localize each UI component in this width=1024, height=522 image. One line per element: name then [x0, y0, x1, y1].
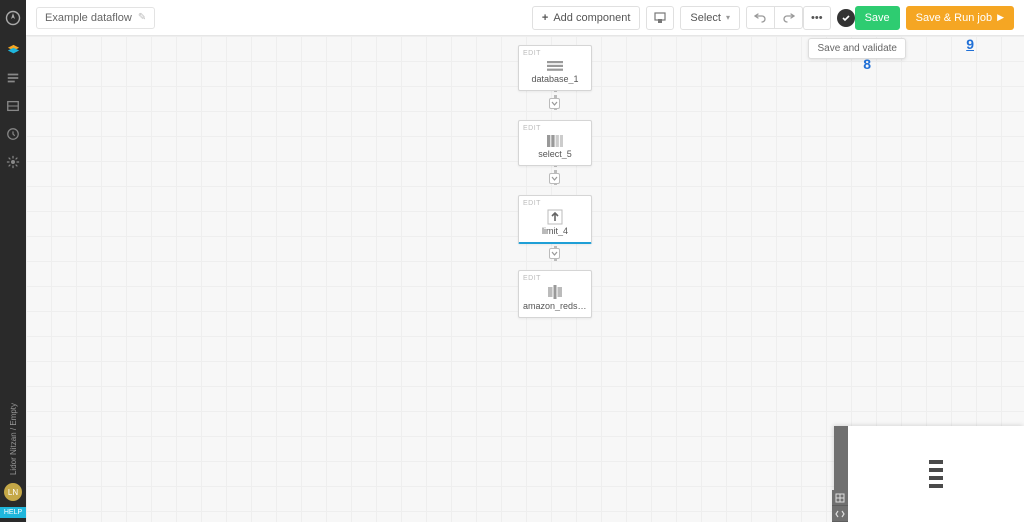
node-edit-tag[interactable]: EDIT: [523, 50, 587, 57]
help-button[interactable]: HELP: [0, 507, 26, 518]
chevron-down-icon: ▾: [726, 13, 730, 22]
select-dropdown[interactable]: Select ▾: [680, 6, 740, 30]
node-label: database_1: [523, 74, 587, 84]
node-database_1[interactable]: EDIT database_1: [518, 45, 592, 91]
limit-icon: [523, 209, 587, 225]
node-label: amazon_redshift ..: [523, 301, 587, 311]
node-edit-tag[interactable]: EDIT: [523, 125, 587, 132]
undo-button[interactable]: [746, 6, 774, 29]
nav-history-icon[interactable]: [3, 124, 23, 144]
plus-icon: +: [542, 12, 548, 24]
left-rail: Lidor Nitzan / Empty LN HELP: [0, 0, 26, 522]
layout-icon-button[interactable]: [646, 6, 674, 30]
edge-port[interactable]: [549, 248, 560, 259]
save-validate-tooltip: Save and validate: [808, 38, 906, 59]
check-icon: [841, 13, 851, 23]
annotation-8: 8: [863, 56, 871, 72]
panel-menu-icon[interactable]: [929, 460, 943, 488]
add-component-label: Add component: [553, 12, 630, 24]
nav-list-icon[interactable]: [3, 68, 23, 88]
app-logo-icon: [3, 8, 23, 28]
top-bar: Example dataflow ✎ + Add component Selec…: [26, 0, 1024, 36]
panel-side-controls: [832, 490, 848, 522]
redo-icon: [782, 12, 795, 23]
nav-grid-icon[interactable]: [3, 96, 23, 116]
status-indicator[interactable]: [837, 9, 855, 27]
annotation-9: 9: [966, 36, 974, 52]
add-component-button[interactable]: + Add component: [532, 6, 641, 30]
edge-port[interactable]: [549, 98, 560, 109]
node-amazon_redshift[interactable]: EDIT amazon_redshift ..: [518, 270, 592, 318]
database-icon: [523, 59, 587, 73]
redo-button[interactable]: [774, 6, 803, 29]
node-label: limit_4: [523, 226, 587, 236]
save-run-label: Save & Run job: [916, 12, 992, 24]
undo-icon: [754, 12, 767, 23]
user-name-label: Lidor Nitzan / Empty: [9, 403, 18, 475]
pencil-icon: ✎: [138, 12, 146, 23]
node-edit-tag[interactable]: EDIT: [523, 200, 587, 207]
layout-icon: [654, 12, 666, 24]
dataflow-title-input[interactable]: Example dataflow ✎: [36, 7, 155, 29]
undo-redo-group: [746, 6, 803, 29]
select-icon: [523, 134, 587, 148]
node-limit_4[interactable]: EDIT limit_4: [518, 195, 592, 244]
bottom-panel[interactable]: [834, 426, 1024, 522]
play-icon: ▶: [997, 12, 1004, 23]
nav-settings-icon[interactable]: [3, 152, 23, 172]
save-run-button[interactable]: Save & Run job ▶: [906, 6, 1014, 30]
node-label: select_5: [523, 149, 587, 159]
edge-port[interactable]: [549, 173, 560, 184]
avatar[interactable]: LN: [4, 483, 22, 501]
more-menu-button[interactable]: •••: [803, 6, 831, 30]
node-edit-tag[interactable]: EDIT: [523, 275, 587, 282]
nav-layers-icon[interactable]: [3, 40, 23, 60]
select-label: Select: [690, 12, 721, 24]
redshift-icon: [523, 284, 587, 300]
more-icon: •••: [811, 12, 823, 24]
save-button[interactable]: Save: [855, 6, 900, 30]
page-title: Example dataflow: [45, 12, 132, 24]
panel-toggle-table-icon[interactable]: [832, 490, 848, 506]
panel-toggle-code-icon[interactable]: [832, 506, 848, 522]
node-select_5[interactable]: EDIT select_5: [518, 120, 592, 166]
